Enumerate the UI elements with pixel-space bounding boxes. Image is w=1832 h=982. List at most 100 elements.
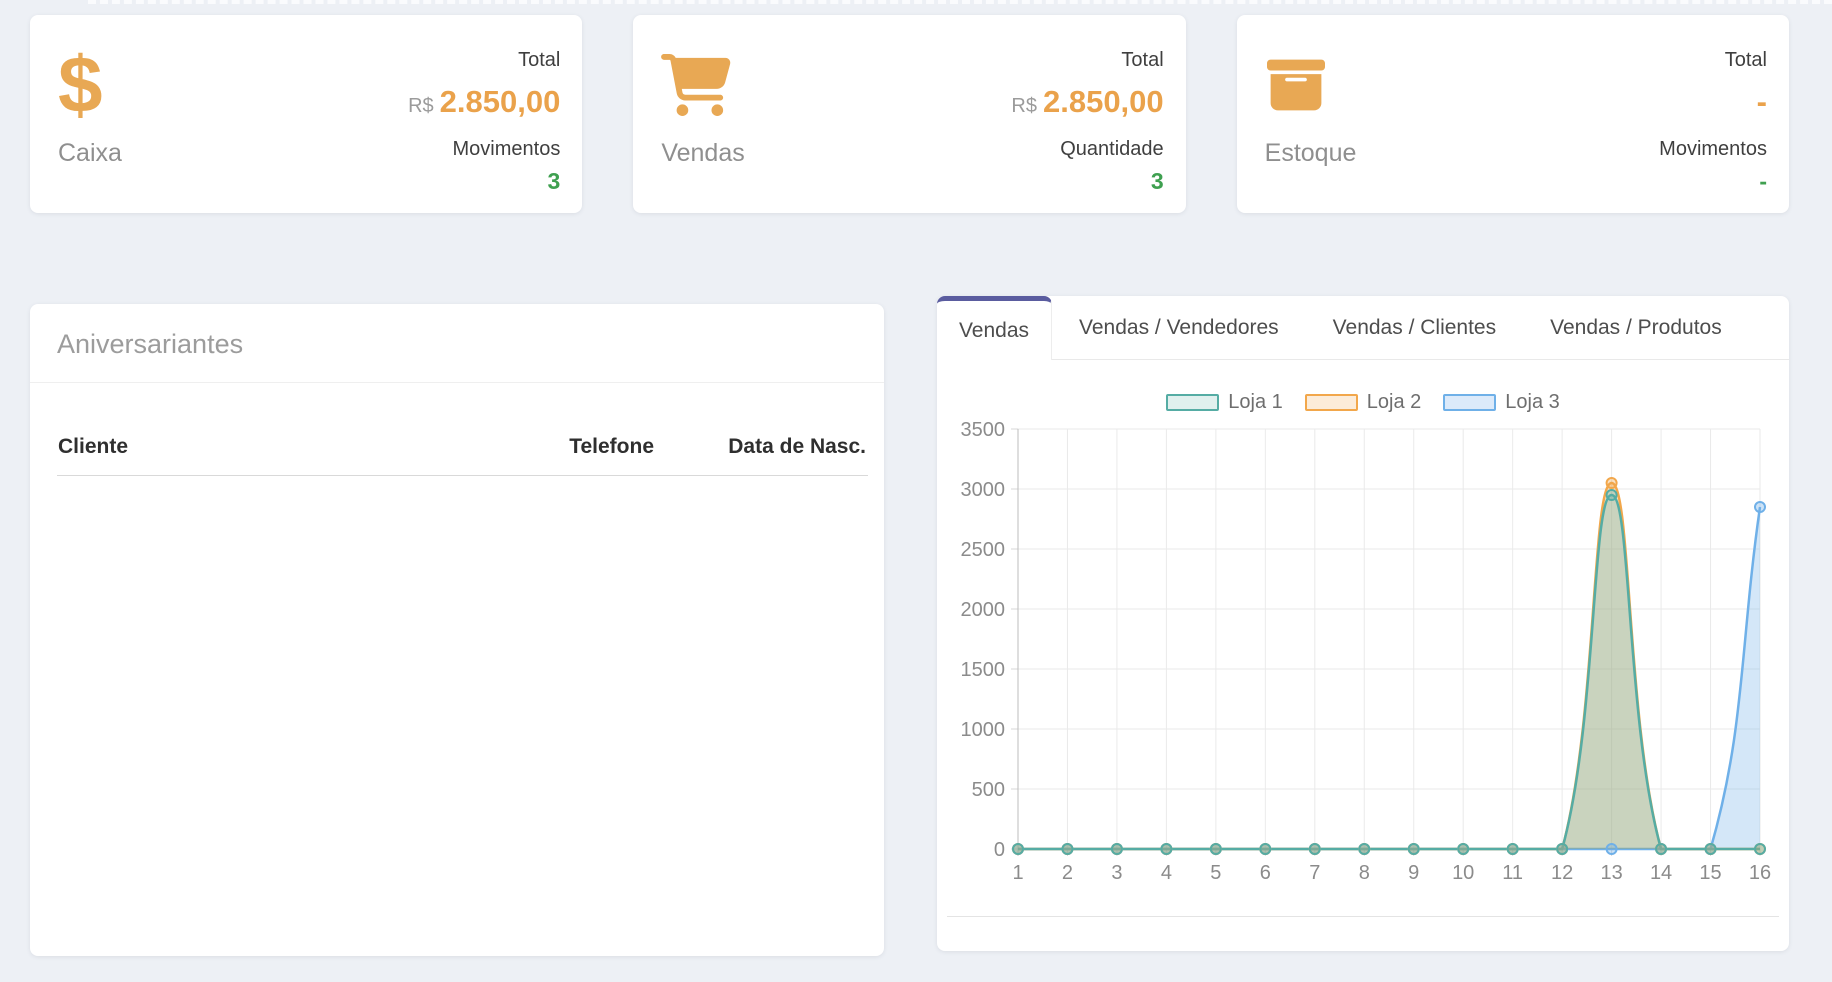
x-axis-label: 12 [1551,862,1573,884]
kpi-card-estoque: Estoque Total - Movimentos - [1237,15,1789,213]
x-axis-label: 16 [1749,862,1771,884]
kpi-card-vendas: Vendas Total R$2.850,00 Quantidade 3 [633,15,1185,213]
count-value: - [1659,168,1767,195]
data-point-loja-3 [1755,502,1765,512]
x-axis-label: 2 [1062,862,1073,884]
y-axis-label: 2000 [961,599,1006,621]
data-point-loja-1 [1211,844,1221,854]
count-value: 3 [408,168,560,195]
currency-prefix: R$ [408,95,434,117]
kpi-card-title: Estoque [1265,139,1357,168]
column-header-cliente: Cliente [58,435,454,459]
data-point-loja-1 [1557,844,1567,854]
data-point-loja-1 [1508,844,1518,854]
legend-label: Loja 3 [1505,391,1560,414]
x-axis-label: 4 [1161,862,1172,884]
kpi-card-vendas-left: Vendas [661,45,744,213]
data-point-loja-1 [1755,844,1765,854]
aniversariantes-panel: Aniversariantes Cliente Telefone Data de… [30,304,884,956]
box-icon [1265,45,1357,125]
data-point-loja-1 [1409,844,1419,854]
tab-vendas-produtos[interactable]: Vendas / Produtos [1523,296,1749,360]
data-point-loja-1 [1656,844,1666,854]
dashboard-page: $ Caixa Total R$ 2.850,00 Movimentos 3 Ve… [0,0,1832,982]
data-point-loja-1 [1359,844,1369,854]
column-header-data-nasc: Data de Nasc. [654,435,866,459]
kpi-card-title: Caixa [58,139,122,168]
x-axis-label: 11 [1502,862,1523,884]
x-axis-label: 6 [1260,862,1271,884]
total-value: R$2.850,00 [1011,84,1163,120]
data-point-loja-1 [1706,844,1716,854]
legend-swatch [1166,394,1219,411]
amount: 2.850,00 [1043,84,1164,119]
kpi-card-estoque-left: Estoque [1265,45,1357,213]
kpi-cards-row: $ Caixa Total R$ 2.850,00 Movimentos 3 Ve… [30,15,1789,213]
table-header-underline [57,475,868,476]
data-point-loja-1 [1112,844,1122,854]
x-axis-label: 7 [1309,862,1320,884]
column-header-telefone: Telefone [454,435,654,459]
legend-item-loja-1[interactable]: Loja 1 [1166,391,1283,414]
data-point-loja-1 [1310,844,1320,854]
count-label: Movimentos [1659,138,1767,161]
tab-vendas-vendedores[interactable]: Vendas / Vendedores [1052,296,1306,360]
x-axis-label: 5 [1210,862,1221,884]
cart-icon [661,45,744,125]
x-axis-label: 1 [1012,862,1023,884]
x-axis-label: 9 [1408,862,1419,884]
series-line-loja-1 [1018,495,1760,849]
count-label: Quantidade [1011,138,1163,161]
tab-vendas-clientes[interactable]: Vendas / Clientes [1306,296,1523,360]
total-value: - [1659,84,1767,120]
aniversariantes-title: Aniversariantes [30,304,884,382]
legend-label: Loja 1 [1228,391,1283,414]
data-point-loja-1 [1062,844,1072,854]
kpi-card-vendas-stats: Total R$2.850,00 Quantidade 3 [1011,45,1163,213]
data-point-loja-1 [1013,844,1023,854]
data-point-loja-1 [1260,844,1270,854]
y-axis-label: 3000 [961,479,1006,501]
legend-label: Loja 2 [1367,391,1422,414]
kpi-card-estoque-stats: Total - Movimentos - [1659,45,1767,213]
y-axis-label: 1500 [961,659,1006,681]
kpi-card-caixa-left: $ Caixa [58,45,122,213]
x-axis-label: 3 [1111,862,1122,884]
total-value: R$ 2.850,00 [408,84,560,120]
total-label: Total [1659,49,1767,72]
chart-bottom-divider [947,916,1779,917]
top-dashed-divider [88,0,1832,4]
chart-tabs: Vendas Vendas / Vendedores Vendas / Clie… [937,296,1789,360]
dollar-icon: $ [58,45,122,125]
tab-vendas[interactable]: Vendas [937,296,1052,360]
x-axis-label: 13 [1600,862,1622,884]
kpi-card-caixa-stats: Total R$ 2.850,00 Movimentos 3 [408,45,560,213]
x-axis-label: 14 [1650,862,1672,884]
tab-bar-filler [1749,296,1789,360]
legend-item-loja-2[interactable]: Loja 2 [1305,391,1422,414]
y-axis-label: 2500 [961,539,1006,561]
kpi-card-title: Vendas [661,139,744,168]
total-label: Total [1011,49,1163,72]
amount: - [1757,84,1767,119]
amount: 2.850,00 [440,84,561,119]
data-point-loja-3 [1607,844,1617,854]
x-axis-label: 8 [1359,862,1370,884]
legend-swatch [1305,394,1358,411]
data-point-loja-1 [1607,490,1617,500]
y-axis-label: 1000 [961,719,1006,741]
y-axis-label: 0 [994,839,1005,861]
sales-chart-panel: Vendas Vendas / Vendedores Vendas / Clie… [937,296,1789,951]
total-label: Total [408,49,560,72]
birthday-table-header: Cliente Telefone Data de Nasc. [30,383,884,459]
count-label: Movimentos [408,138,560,161]
count-value: 3 [1011,168,1163,195]
chart-legend: Loja 1 Loja 2 Loja 3 [937,391,1789,413]
kpi-card-caixa: $ Caixa Total R$ 2.850,00 Movimentos 3 [30,15,582,213]
y-axis-label: 500 [972,779,1005,801]
legend-item-loja-3[interactable]: Loja 3 [1443,391,1560,414]
x-axis-label: 15 [1699,862,1721,884]
data-point-loja-1 [1458,844,1468,854]
sales-chart: 0500100015002000250030003500123456789101… [937,416,1789,916]
x-axis-label: 10 [1452,862,1474,884]
